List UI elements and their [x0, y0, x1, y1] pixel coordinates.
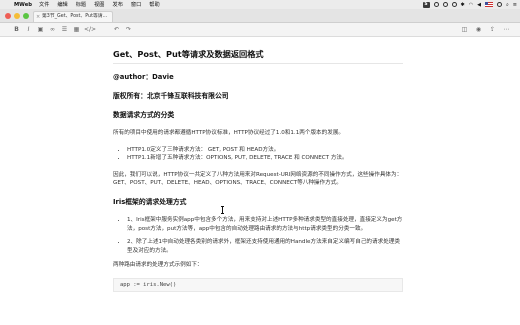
window-controls	[5, 13, 29, 19]
table-icon[interactable]: ▦	[72, 25, 81, 35]
link-icon[interactable]: ∞	[48, 25, 57, 35]
tab-close-icon[interactable]: ×	[36, 12, 40, 22]
undo-icon[interactable]: ↶	[112, 25, 121, 35]
maximize-window-button[interactable]	[23, 13, 29, 19]
clock-status-icon[interactable]	[433, 2, 439, 7]
document-body: Get、Post、Put等请求及数据返回格式 @author：Davie 版权所…	[113, 48, 403, 292]
editor-toolbar: B I ▣ ∞ ☰ ▦ </> ↶ ↷ ◫ ◉ ⇪ ⋯	[0, 23, 520, 37]
list-item: HTTP1.0定义了三种请求方法： GET, POST 和 HEAD方法。	[127, 146, 403, 155]
window-titlebar: × 第3节_Get、Post、Put等请...	[0, 9, 520, 23]
bold-icon[interactable]: B	[12, 25, 21, 35]
status-area: S ✱ ◠ ◀ ⌕ ≡	[422, 0, 517, 9]
minimize-window-button[interactable]	[14, 13, 20, 19]
more-icon[interactable]: ⋯	[502, 25, 511, 35]
paragraph: 因此，我们可以说，HTTP协议一共定义了八种方法用来对Request-URI网络…	[113, 171, 403, 187]
share-icon[interactable]: ⇪	[488, 25, 497, 35]
menu-help[interactable]: 帮助	[149, 1, 159, 8]
section-heading: Iris框架的请求处理方式	[113, 197, 187, 206]
app-menu[interactable]: MWeb	[14, 2, 32, 8]
menu-view[interactable]: 视图	[94, 1, 104, 8]
menu-window[interactable]: 窗口	[131, 1, 141, 8]
paragraph: 所有的项目中使用的请求都遵循HTTP协议标准，HTTP协议经过了1.0和1.1两…	[113, 130, 345, 136]
doc-title: Get、Post、Put等请求及数据返回格式	[113, 48, 403, 64]
doc-author: @author：Davie	[113, 73, 174, 81]
search-icon[interactable]: ⌕	[506, 2, 509, 8]
tab-title: 第3节_Get、Post、Put等请...	[42, 14, 108, 19]
italic-icon[interactable]: I	[24, 25, 33, 35]
split-view-icon[interactable]: ◫	[460, 25, 469, 35]
menu-edit[interactable]: 编辑	[57, 1, 67, 8]
bullet-list: HTTP1.0定义了三种请求方法： GET, POST 和 HEAD方法。 HT…	[127, 146, 403, 163]
volume-status-icon[interactable]: ◀	[477, 2, 481, 8]
status-badge[interactable]: S	[422, 1, 430, 8]
list-item: HTTP1.1新增了五种请求方法：OPTIONS, PUT, DELETE, T…	[127, 154, 403, 163]
list-item: 1、Iris框架中服务实例app中包含多个方法，用来支持对上述HTTP多种请求类…	[127, 216, 403, 233]
menu-file[interactable]: 文件	[39, 1, 49, 8]
bluetooth-status-icon[interactable]: ✱	[461, 2, 465, 8]
menu-publish[interactable]: 发布	[113, 1, 123, 8]
paragraph: 两种路由请求的处理方式示例如下：	[113, 262, 203, 269]
redo-icon[interactable]: ↷	[124, 25, 133, 35]
document-tab[interactable]: × 第3节_Get、Post、Put等请...	[33, 11, 113, 22]
code-icon[interactable]: </>	[84, 25, 96, 35]
close-window-button[interactable]	[5, 13, 11, 19]
menu-heading[interactable]: 标题	[76, 1, 86, 8]
sync-status-icon[interactable]	[442, 2, 448, 7]
image-icon[interactable]: ▣	[36, 25, 45, 35]
input-source-flag-icon[interactable]	[484, 2, 493, 7]
doc-copyright: 版权所有：北京千锋互联科技有限公司	[113, 92, 229, 100]
control-center-icon[interactable]: ≡	[513, 2, 517, 8]
editor-content[interactable]: Get、Post、Put等请求及数据返回格式 @author：Davie 版权所…	[0, 37, 520, 325]
power-status-icon[interactable]	[451, 2, 457, 7]
user-status-icon[interactable]	[496, 2, 502, 7]
bullet-list: 1、Iris框架中服务实例app中包含多个方法，用来支持对上述HTTP多种请求类…	[127, 216, 403, 255]
list-item: 2、除了上述1中自动处理各类别的请求外，框架还支持使用通用的Handle方法来自…	[127, 238, 403, 255]
menu-bar: MWeb 文件 编辑 标题 视图 发布 窗口 帮助 S ✱ ◠ ◀ ⌕ ≡	[0, 0, 520, 9]
code-block: app := iris.New()	[113, 277, 403, 292]
list-icon[interactable]: ☰	[60, 25, 69, 35]
preview-icon[interactable]: ◉	[474, 25, 483, 35]
wifi-status-icon[interactable]: ◠	[469, 2, 473, 8]
section-heading: 数据请求方式的分类	[113, 111, 175, 119]
